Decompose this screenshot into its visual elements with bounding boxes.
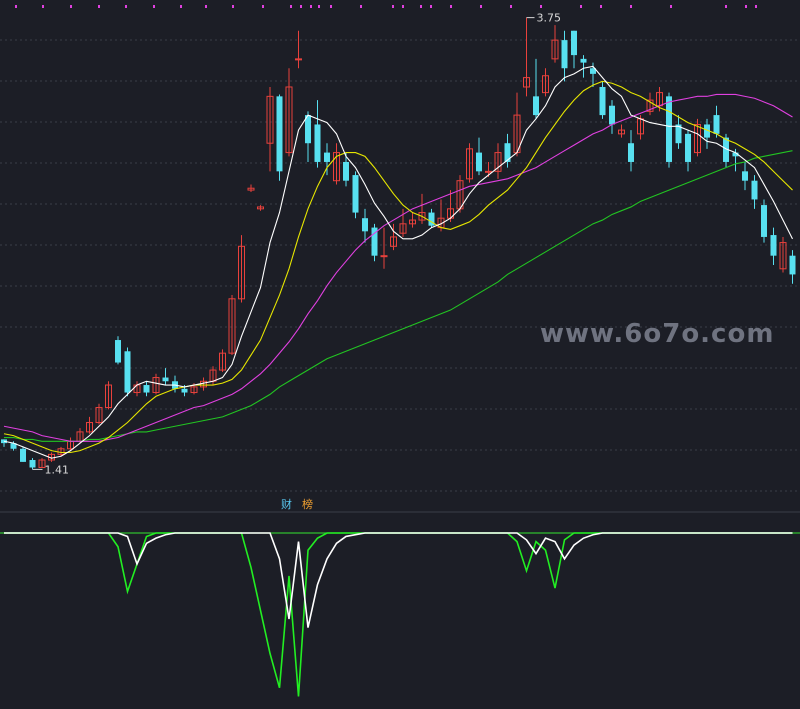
candle-body	[162, 377, 169, 382]
ranking-tag[interactable]: 榜	[302, 497, 313, 511]
candle-body	[20, 448, 26, 462]
top-marker	[360, 5, 362, 8]
stock-chart-svg: www.6o7o.com 3.75 1.41 财 榜	[0, 5, 800, 697]
finance-tag[interactable]: 财	[281, 497, 292, 511]
ma20-line	[3, 93, 793, 442]
low-price-label: 1.41	[45, 463, 70, 476]
white-oscillator-line	[4, 532, 793, 628]
candle-body	[380, 255, 388, 258]
candle-body	[295, 58, 302, 61]
top-marker	[600, 5, 602, 8]
top-marker	[262, 5, 264, 8]
candle-body	[609, 105, 615, 125]
ma10-line	[3, 80, 793, 454]
top-marker	[430, 5, 432, 8]
candle-body	[324, 152, 330, 162]
candle-body	[685, 133, 691, 162]
candle-body	[742, 171, 748, 181]
top-marker	[15, 5, 17, 8]
candle-body	[751, 180, 758, 200]
candle-body	[276, 96, 283, 172]
candle-body	[713, 115, 720, 134]
ma60-line	[4, 150, 793, 442]
green-oscillator-line	[4, 532, 793, 697]
top-marker	[70, 5, 72, 8]
top-marker	[318, 5, 320, 8]
candle-body	[485, 170, 492, 173]
oscillator-panel	[4, 532, 793, 697]
top-marker	[392, 5, 394, 8]
top-marker	[42, 5, 44, 8]
candle-body	[29, 460, 36, 468]
candle-body	[789, 255, 796, 275]
grid-lines	[0, 39, 800, 492]
top-marker	[232, 5, 234, 8]
top-marker	[300, 5, 302, 8]
chart-stage: www.6o7o.com 3.75 1.41 财 榜	[0, 0, 800, 709]
watermark: www.6o7o.com	[540, 319, 774, 349]
candle-body	[124, 351, 131, 393]
top-marker	[98, 5, 100, 8]
candle-body	[314, 124, 321, 162]
candle-body	[761, 205, 767, 237]
top-marker	[125, 5, 127, 8]
top-marker	[450, 5, 452, 8]
top-marker	[153, 5, 155, 8]
candle-body	[476, 152, 482, 172]
candle-body	[666, 96, 672, 162]
high-price-label: 3.75	[537, 12, 562, 25]
candle-body	[770, 235, 777, 256]
candle-body	[352, 175, 359, 213]
top-marker	[725, 5, 727, 8]
candle-body	[143, 385, 150, 393]
top-markers	[15, 5, 757, 8]
candle-body	[580, 58, 587, 63]
top-marker	[310, 5, 312, 8]
candle-body	[628, 143, 634, 162]
top-marker	[290, 5, 292, 8]
top-marker	[540, 5, 542, 8]
candle-body	[343, 161, 349, 181]
candle-body	[115, 340, 121, 363]
top-marker	[330, 5, 332, 8]
moving-averages	[3, 65, 793, 459]
top-marker	[420, 5, 422, 8]
top-marker	[205, 5, 207, 8]
top-marker	[580, 5, 582, 8]
candle-body	[504, 143, 511, 162]
top-marker	[180, 5, 182, 8]
top-marker	[510, 5, 512, 8]
top-marker	[745, 5, 747, 8]
candle-body	[571, 30, 577, 56]
candle-body	[362, 218, 368, 232]
candle-body	[561, 40, 568, 69]
top-marker	[480, 5, 482, 8]
top-marker	[402, 5, 404, 8]
candle-body	[599, 86, 606, 116]
ma5-line	[3, 65, 793, 459]
top-marker	[755, 5, 757, 8]
candle-body	[533, 96, 539, 116]
candle-body	[181, 388, 188, 393]
top-marker	[630, 5, 632, 8]
top-marker	[670, 5, 672, 8]
